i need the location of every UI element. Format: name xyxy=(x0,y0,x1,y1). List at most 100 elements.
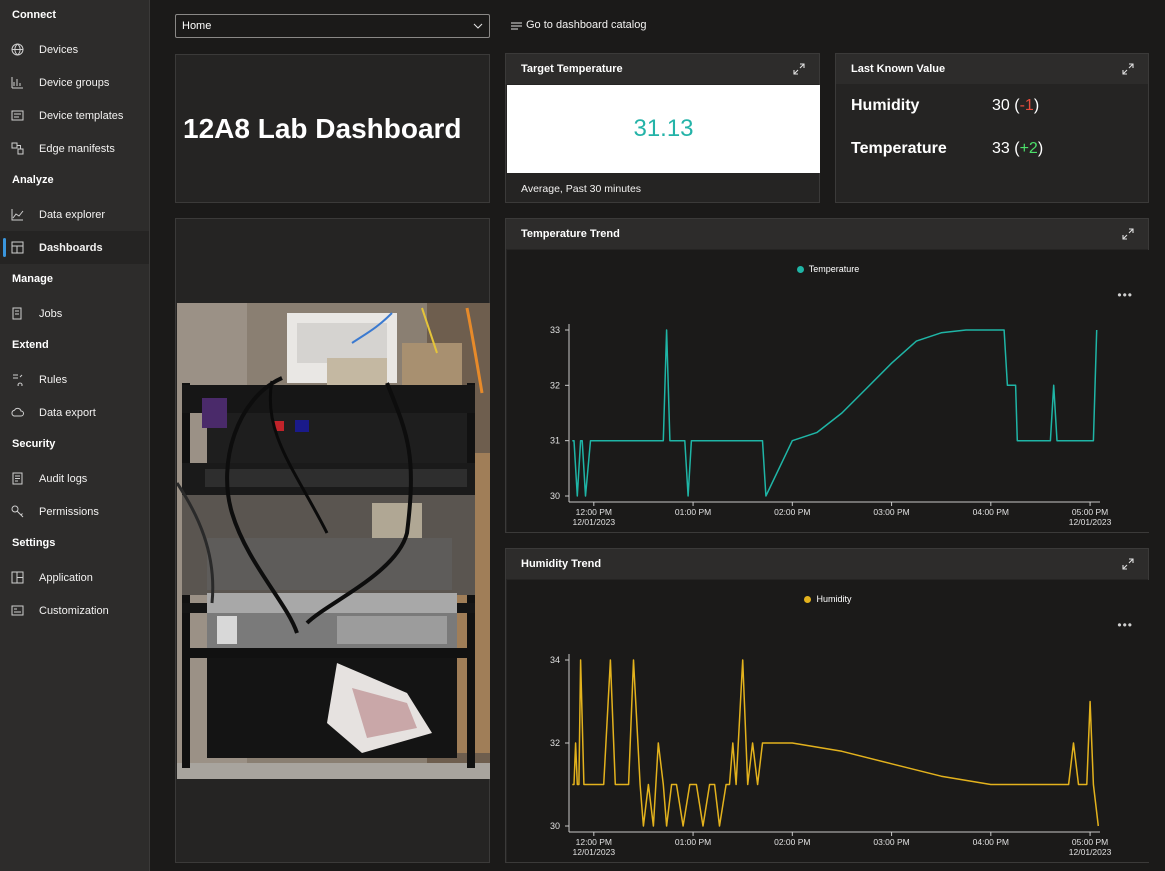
lkv-number: 30 xyxy=(992,97,1010,114)
sidebar-item-label: Data export xyxy=(39,406,96,419)
humidity-trend-tile: Humidity Trend Humidity ••• 30 32 34 12:00 … xyxy=(505,548,1149,863)
lkv-tile-title: Last Known Value xyxy=(851,63,946,75)
sidebar-item-devices[interactable]: Devices xyxy=(0,33,149,66)
kpi-value: 31.13 xyxy=(633,115,694,142)
kpi-tile-header: Target Temperature xyxy=(506,54,819,84)
sidebar-item-audit-logs[interactable]: Audit logs xyxy=(0,462,149,495)
expand-icon[interactable] xyxy=(1122,558,1134,570)
sidebar-nav: Connect Devices Device groups Device templa… xyxy=(0,0,150,871)
series-line-humidity xyxy=(572,659,1100,827)
lkv-row-humidity: Humidity 30 (-1) xyxy=(851,97,1039,115)
lkv-delta-open: ( xyxy=(1009,140,1020,157)
nav-section-connect: Connect xyxy=(12,9,56,21)
sidebar-item-data-export[interactable]: Data export xyxy=(0,396,149,429)
nav-section-analyze: Analyze xyxy=(12,174,54,186)
lkv-row-temperature: Temperature 33 (+2) xyxy=(851,140,1043,158)
kpi-caption: Average, Past 30 minutes xyxy=(521,183,642,195)
sidebar-item-label: Rules xyxy=(39,373,68,386)
sidebar-item-label: Device groups xyxy=(39,76,110,89)
x-tick-label: 03:00 PM xyxy=(873,507,909,517)
app-root: Connect Devices Device groups Device templa… xyxy=(0,0,1165,871)
dashboard-icon xyxy=(11,241,24,254)
temperature-chart: Temperature ••• 30 31 32 33 12:00 PM 12/01/20… xyxy=(507,250,1149,532)
x-tick-label: 04:00 PM xyxy=(973,507,1009,517)
sidebar-item-label: Data explorer xyxy=(39,208,106,221)
dashboard-select[interactable]: Home xyxy=(175,14,490,38)
temperature-trend-header: Temperature Trend xyxy=(506,219,1148,249)
sidebar-item-label: Permissions xyxy=(39,505,99,518)
sidebar-item-customization[interactable]: Customization xyxy=(0,594,149,627)
sidebar-item-label: Customization xyxy=(39,604,109,617)
sidebar-item-label: Audit logs xyxy=(39,472,88,485)
sidebar-item-label: Dashboards xyxy=(39,241,103,254)
lkv-delta-close: ) xyxy=(1037,140,1044,157)
lkv-tile-header: Last Known Value xyxy=(836,54,1148,84)
x-tick-label: 01:00 PM xyxy=(675,837,711,847)
lkv-delta-close: ) xyxy=(1033,97,1040,114)
rules-icon xyxy=(11,373,24,386)
x-tick-label: 04:00 PM xyxy=(973,837,1009,847)
x-tick-label: 05:00 PM 12/01/2023 xyxy=(1069,507,1112,527)
humidity-trend-header: Humidity Trend xyxy=(506,549,1148,579)
sidebar-item-rules[interactable]: Rules xyxy=(0,363,149,396)
humidity-chart-svg: 30 32 34 12:00 PM 12/01/2023 01:00 PM 02:00 PM… xyxy=(550,654,1112,857)
sidebar-item-device-templates[interactable]: Device templates xyxy=(0,99,149,132)
sidebar-item-application[interactable]: Application xyxy=(0,561,149,594)
customization-icon xyxy=(11,604,24,617)
device-groups-icon xyxy=(11,76,24,89)
chevron-down-icon xyxy=(473,21,483,31)
y-tick-label: 33 xyxy=(550,325,560,335)
sidebar-item-jobs[interactable]: Jobs xyxy=(0,297,149,330)
nav-section-security: Security xyxy=(12,438,56,450)
expand-icon[interactable] xyxy=(1122,228,1134,240)
y-tick-label: 32 xyxy=(550,380,560,390)
sidebar-item-device-groups[interactable]: Device groups xyxy=(0,66,149,99)
kpi-value-area: 31.13 xyxy=(507,85,820,173)
sidebar-item-dashboards[interactable]: Dashboards xyxy=(0,231,149,264)
sidebar-item-data-explorer[interactable]: Data explorer xyxy=(0,198,149,231)
expand-icon[interactable] xyxy=(1122,63,1134,75)
temperature-chart-svg: 30 31 32 33 12:00 PM 12/01/2023 01:00 PM 02:00 … xyxy=(550,324,1112,527)
key-icon xyxy=(11,505,24,518)
sidebar-item-label: Edge manifests xyxy=(39,142,115,155)
sidebar-item-label: Jobs xyxy=(39,307,63,320)
edge-manifest-icon xyxy=(11,142,24,155)
temperature-trend-title: Temperature Trend xyxy=(521,228,620,240)
lkv-number: 33 xyxy=(992,140,1010,157)
jobs-icon xyxy=(11,307,24,320)
y-tick-label: 34 xyxy=(550,655,560,665)
kpi-tile-title: Target Temperature xyxy=(521,63,623,75)
globe-icon xyxy=(11,43,24,56)
sidebar-item-label: Device templates xyxy=(39,109,124,122)
lkv-value: 30 (-1) xyxy=(992,97,1039,115)
dashboard-catalog-link[interactable]: Go to dashboard catalog xyxy=(511,19,646,31)
y-tick-label: 32 xyxy=(550,738,560,748)
x-tick-label: 03:00 PM xyxy=(873,837,909,847)
lkv-delta-open: ( xyxy=(1009,97,1020,114)
cloud-export-icon xyxy=(11,406,24,419)
x-tick-label: 02:00 PM xyxy=(774,507,810,517)
lkv-delta: -1 xyxy=(1019,97,1034,114)
dashboard-select-value: Home xyxy=(182,20,212,32)
server-rack-photo xyxy=(177,303,490,779)
dashboard-title: 12A8 Lab Dashboard xyxy=(183,112,462,144)
x-tick-label: 01:00 PM xyxy=(675,507,711,517)
lkv-value: 33 (+2) xyxy=(992,140,1043,158)
sidebar-item-label: Application xyxy=(39,571,93,584)
title-tile: 12A8 Lab Dashboard xyxy=(175,54,490,203)
lkv-name: Humidity xyxy=(851,97,920,114)
last-known-value-tile: Last Known Value Humidity 30 (-1) Temper… xyxy=(835,53,1149,203)
sidebar-item-label: Devices xyxy=(39,43,79,56)
humidity-trend-title: Humidity Trend xyxy=(521,558,602,570)
sidebar-item-permissions[interactable]: Permissions xyxy=(0,495,149,528)
humidity-chart: Humidity ••• 30 32 34 12:00 PM 12/01/2023 01:… xyxy=(507,580,1149,862)
expand-icon[interactable] xyxy=(793,63,805,75)
x-tick-label: 12:00 PM 12/01/2023 xyxy=(573,837,616,857)
nav-section-extend: Extend xyxy=(12,339,49,351)
x-tick-label: 05:00 PM 12/01/2023 xyxy=(1069,837,1112,857)
sidebar-item-edge-manifests[interactable]: Edge manifests xyxy=(0,132,149,165)
lkv-delta: +2 xyxy=(1019,140,1038,157)
hamburger-icon xyxy=(511,21,522,30)
audit-log-icon xyxy=(11,472,24,485)
nav-section-manage: Manage xyxy=(12,273,53,285)
